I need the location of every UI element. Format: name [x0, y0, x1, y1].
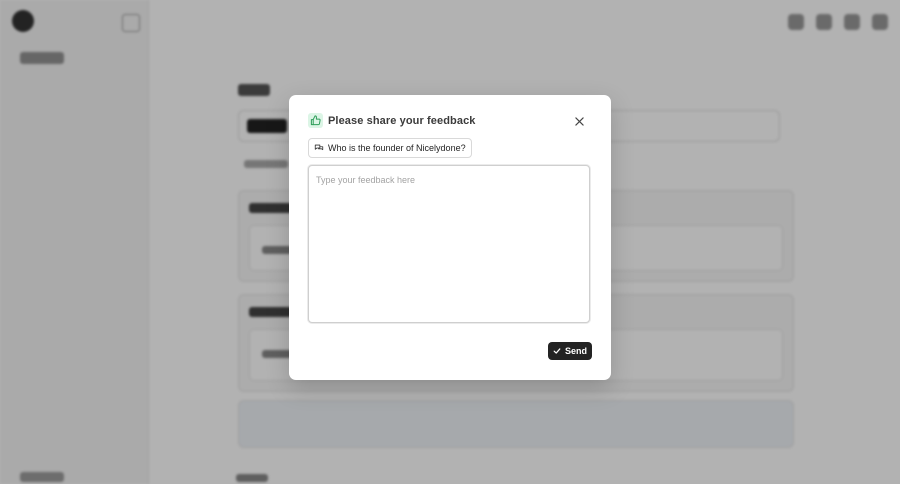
send-label: Send	[564, 346, 587, 356]
close-button[interactable]	[573, 115, 585, 127]
close-icon	[574, 116, 584, 126]
feedback-dialog: Please share your feedback Who is the fo…	[289, 95, 611, 380]
question-text: Who is the founder of Nicelydone?	[328, 143, 466, 153]
send-button[interactable]: Send	[548, 342, 592, 360]
chat-bubbles-icon	[314, 144, 324, 151]
check-icon	[553, 348, 561, 354]
question-chip[interactable]: Who is the founder of Nicelydone?	[308, 138, 472, 158]
thumbs-up-icon	[308, 113, 323, 128]
dialog-title: Please share your feedback	[328, 114, 476, 127]
feedback-textarea[interactable]	[308, 165, 590, 323]
dialog-header: Please share your feedback	[308, 113, 476, 128]
